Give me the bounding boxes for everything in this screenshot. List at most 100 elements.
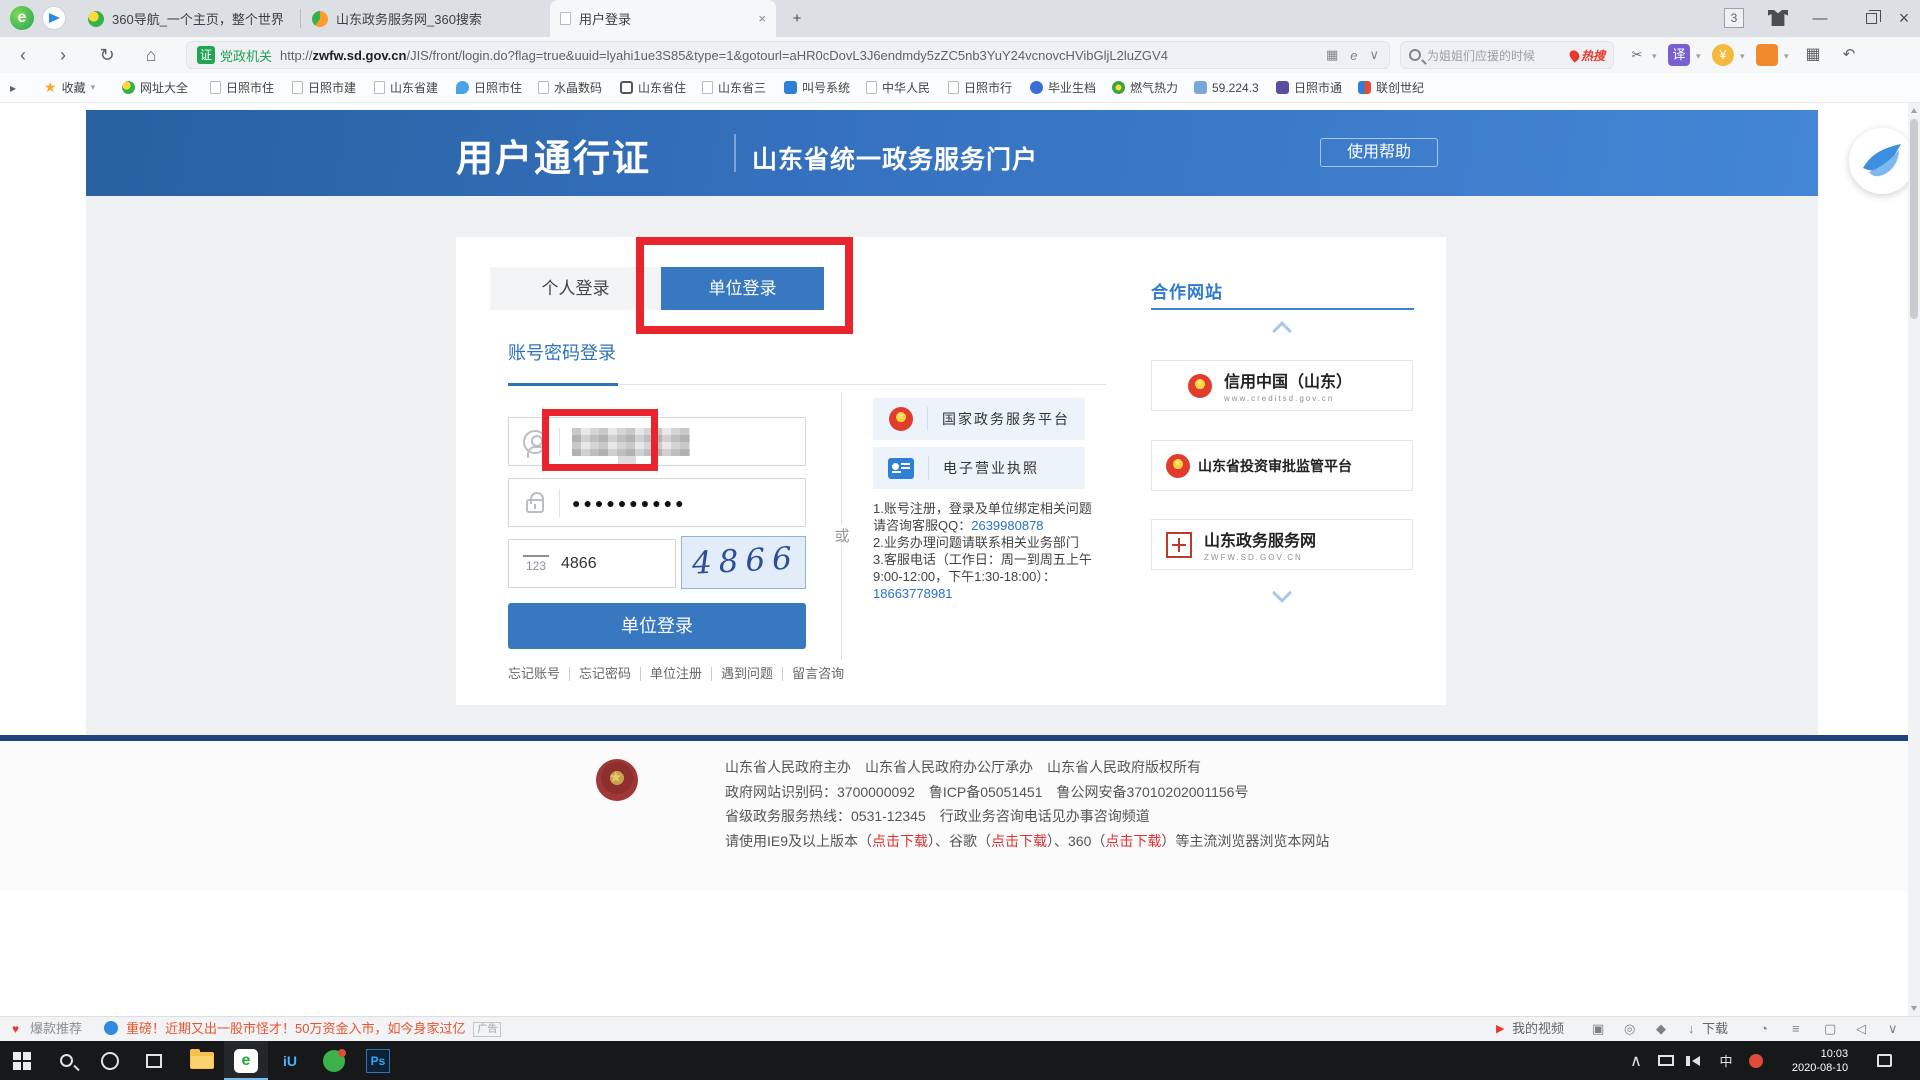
photoshop-button[interactable]: Ps [356, 1041, 400, 1080]
bookmark-item[interactable]: 毕业生档 [1030, 73, 1096, 102]
tray-monitor-icon[interactable] [1652, 1041, 1680, 1080]
page-scrollbar[interactable] [1908, 103, 1920, 1016]
bookmark-item[interactable]: 日照市通 [1276, 73, 1342, 102]
unit-login-submit-button[interactable]: 单位登录 [508, 603, 806, 649]
scroll-up-arrow[interactable] [1911, 108, 1917, 113]
status-chevron-icon[interactable]: ∨ [1888, 1017, 1898, 1041]
browser-tab-1[interactable]: 360导航_一个主页，整个世界 [78, 0, 300, 37]
favorites-button[interactable]: ★ 收藏 ▾ [44, 73, 95, 102]
bookmark-item[interactable]: 中华人民 [866, 73, 930, 102]
bookmark-item[interactable]: 日照市住 [456, 73, 522, 102]
search-box[interactable]: 为姐姐们应援的时候 热搜 [1400, 41, 1614, 69]
task-view-button[interactable] [132, 1041, 176, 1080]
qq-number[interactable]: 2639980878 [971, 518, 1043, 533]
scissors-capture-icon[interactable]: ✂ [1626, 44, 1648, 66]
home-icon[interactable]: ⌂ [136, 37, 166, 73]
mute-icon[interactable]: ◁ [1856, 1017, 1866, 1041]
skin-tshirt-icon[interactable] [1768, 10, 1788, 26]
forgot-password-link[interactable]: 忘记密码 [570, 667, 641, 681]
scroll-down-arrow[interactable] [1911, 1006, 1917, 1011]
screenshot-icon[interactable]: ▣ [1592, 1017, 1604, 1041]
gov-supervision-emblem[interactable] [596, 759, 638, 807]
bookmark-item[interactable]: 山东省住 [620, 73, 686, 102]
tab-count-badge[interactable]: 3 [1724, 8, 1744, 28]
tray-expand-button[interactable]: ∧ [1622, 1041, 1650, 1080]
caret-icon[interactable]: ▾ [1652, 51, 1657, 62]
start-button[interactable] [0, 1041, 44, 1080]
caret-icon[interactable]: ▾ [1696, 51, 1701, 62]
tab-close-icon[interactable]: × [758, 11, 766, 26]
caret-icon[interactable]: ▾ [1740, 51, 1745, 62]
bookmark-item[interactable]: 59.224.3 [1194, 73, 1259, 102]
search-hotword[interactable]: 为姐姐们应援的时候 [1427, 47, 1570, 64]
wallet-shield-icon[interactable]: ¥ [1712, 44, 1734, 66]
partner-zwfw-site[interactable]: 山东政务服务网 ZWFW.SD.GOV.CN [1151, 519, 1413, 570]
bookmark-item[interactable]: 山东省三 [702, 73, 766, 102]
caret-icon[interactable]: ▾ [1784, 51, 1789, 62]
bookmark-item[interactable]: 日照市住 [210, 73, 274, 102]
bookmark-item[interactable]: 水晶数码 [538, 73, 602, 102]
bookmark-nav-site[interactable]: 网址大全 [122, 73, 188, 102]
unit-register-link[interactable]: 单位注册 [641, 667, 712, 681]
url-dropdown-icon[interactable]: ∨ [1369, 47, 1379, 63]
hot-search-label[interactable]: 热搜 [1570, 47, 1605, 64]
e-business-license-login[interactable]: 电子营业执照 [873, 447, 1085, 489]
reload-icon[interactable]: ↻ [92, 37, 122, 73]
my-videos-label[interactable]: 我的视频 [1512, 1017, 1564, 1041]
tray-ime-indicator[interactable]: 中 [1712, 1041, 1740, 1080]
return-arrow-icon[interactable]: ↶ [1838, 44, 1860, 66]
bookmark-item[interactable]: 叫号系统 [784, 73, 850, 102]
browser-360-logo-icon[interactable]: e [10, 6, 34, 30]
service-phone[interactable]: 18663778981 [873, 585, 1141, 602]
forgot-account-link[interactable]: 忘记账号 [508, 667, 570, 681]
download-label[interactable]: 下载 [1702, 1017, 1728, 1041]
address-bar[interactable]: 证 党政机关 http://zwfw.sd.gov.cn/JIS/front/l… [186, 41, 1390, 69]
translate-icon[interactable]: 译 [1668, 44, 1690, 66]
download-arrow-icon[interactable]: ↓ [1688, 1017, 1695, 1041]
forward-icon[interactable]: › [48, 37, 78, 73]
username-field[interactable] [508, 417, 806, 466]
window-icon[interactable]: ▢ [1824, 1017, 1836, 1041]
captcha-image[interactable]: 4866 [681, 536, 806, 589]
problem-link[interactable]: 遇到问题 [712, 667, 783, 681]
bookmark-item[interactable]: 联创世纪 [1358, 73, 1424, 102]
browser-tab-active[interactable]: 用户登录 × [550, 0, 776, 37]
promo-label[interactable]: 爆款推荐 [30, 1017, 82, 1041]
taskbar-clock[interactable]: 10:032020-08-10 [1778, 1041, 1862, 1080]
password-field[interactable]: ●●●●●●●●●● [508, 478, 806, 527]
tab-unit-login[interactable]: 单位登录 [661, 267, 824, 310]
game-center-icon[interactable] [1756, 44, 1778, 66]
partner-credit-china[interactable]: 信用中国（山东） www.creditsd.gov.cn [1151, 360, 1413, 411]
collapse-sidebar-icon[interactable]: ▸ [10, 73, 16, 102]
tray-volume-icon[interactable] [1682, 1041, 1710, 1080]
download-link[interactable]: 点击下载 [991, 833, 1047, 849]
download-link[interactable]: 点击下载 [872, 833, 928, 849]
restore-button[interactable] [1866, 13, 1877, 24]
boost-icon[interactable]: ◆ [1656, 1017, 1666, 1041]
tab-personal-login[interactable]: 个人登录 [490, 267, 661, 310]
play-icon[interactable]: ▶ [1496, 1017, 1504, 1041]
green-app-button[interactable] [312, 1041, 356, 1080]
tray-security-icon[interactable] [1742, 1041, 1770, 1080]
login-method-tab[interactable]: 账号密码登录 [508, 339, 616, 365]
bookmark-item[interactable]: 日照市行 [948, 73, 1012, 102]
record-icon[interactable]: ◎ [1624, 1017, 1635, 1041]
bookmark-item[interactable]: 山东省建 [374, 73, 438, 102]
bookmark-item[interactable]: 日照市建 [292, 73, 356, 102]
promo-headline[interactable]: 重磅！近期又出一股市怪才！50万资金入市，如今身家过亿广告 [126, 1017, 501, 1041]
taskbar-search-button[interactable] [44, 1041, 88, 1080]
minimize-button[interactable]: — [1800, 0, 1840, 37]
message-consult-link[interactable]: 留言咨询 [783, 667, 853, 681]
close-button[interactable]: × [1884, 0, 1920, 37]
new-tab-button[interactable]: + [782, 0, 812, 37]
ie-mode-icon[interactable]: e [1350, 48, 1357, 63]
file-explorer-button[interactable] [180, 1041, 224, 1080]
iu-app-button[interactable]: iU [268, 1041, 312, 1080]
back-icon[interactable]: ‹ [8, 37, 38, 73]
qr-code-icon[interactable]: ▦ [1326, 47, 1338, 63]
national-platform-login[interactable]: 国家政务服务平台 [873, 398, 1085, 440]
floating-bird-widget[interactable] [1849, 128, 1915, 194]
scrollbar-thumb[interactable] [1910, 119, 1918, 319]
speed-icon[interactable]: ◔ [1760, 1017, 1768, 1041]
download-link[interactable]: 点击下载 [1105, 833, 1161, 849]
